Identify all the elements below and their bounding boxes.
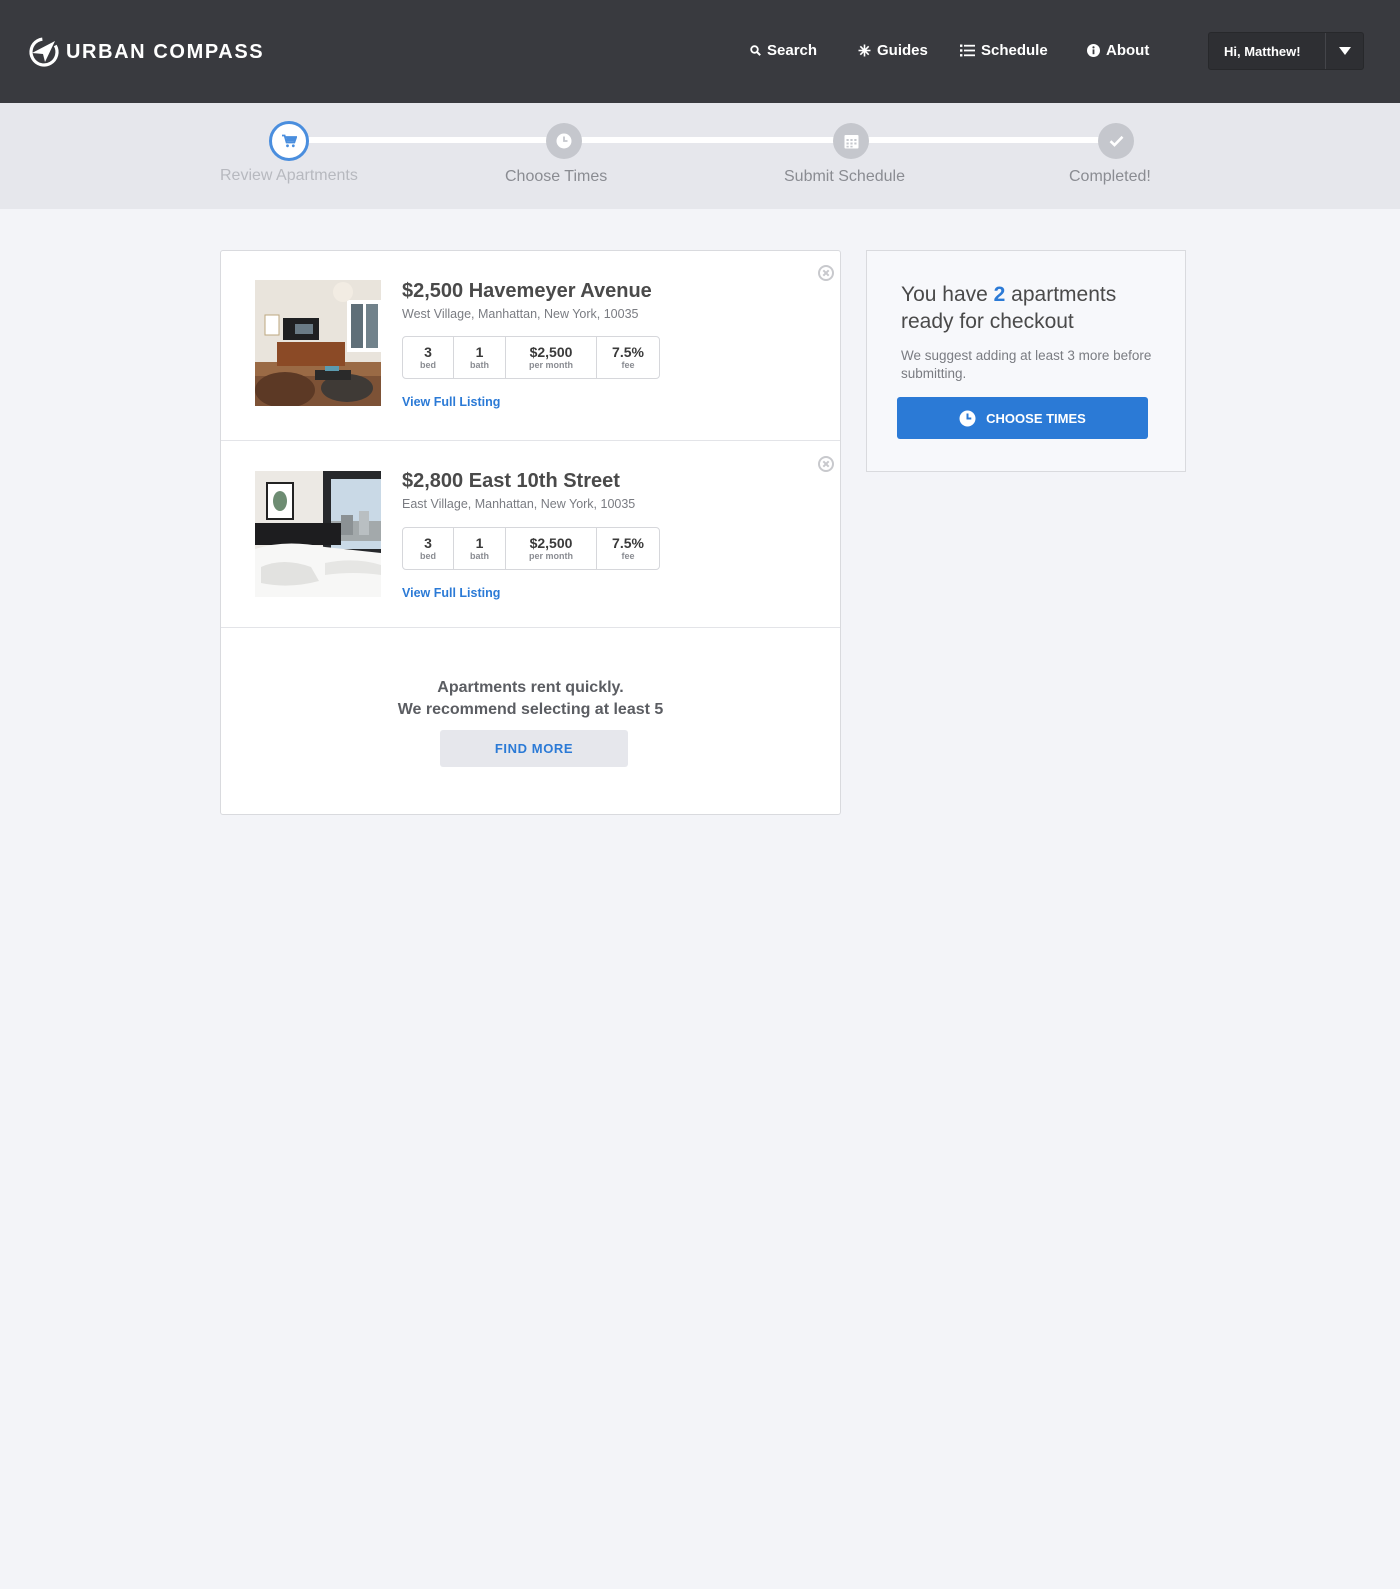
- list-icon: [960, 44, 975, 57]
- listing-title: $2,500 Havemeyer Avenue: [402, 280, 652, 302]
- stat-beds: 3 bed: [403, 528, 454, 569]
- stat-value: 7.5%: [612, 343, 644, 360]
- user-menu-toggle[interactable]: [1325, 33, 1363, 69]
- stat-baths: 1 bath: [454, 528, 506, 569]
- listing-item: $2,500 Havemeyer Avenue West Village, Ma…: [221, 251, 840, 441]
- stat-value: 7.5%: [612, 534, 644, 551]
- listing-photo[interactable]: [255, 280, 381, 406]
- stat-baths: 1 bath: [454, 337, 506, 378]
- listing-address: East Village, Manhattan, New York, 10035: [402, 497, 636, 511]
- stat-value: $2,500: [529, 534, 573, 551]
- bedroom-photo: [255, 471, 381, 597]
- choose-times-button[interactable]: CHOOSE TIMES: [897, 397, 1148, 439]
- step-completed[interactable]: [1098, 123, 1134, 159]
- stat-unit: per month: [529, 550, 573, 561]
- listing-stats: 3 bed 1 bath $2,500 per month 7.5% fee: [402, 336, 660, 379]
- listing-stats: 3 bed 1 bath $2,500 per month 7.5% fee: [402, 527, 660, 570]
- stat-rent: $2,500 per month: [506, 337, 597, 378]
- main-nav: Search Guides Schedule About: [0, 42, 1400, 64]
- nav-schedule[interactable]: Schedule: [960, 42, 1048, 59]
- stat-value: 3: [424, 534, 432, 551]
- calendar-icon: [844, 134, 858, 148]
- stat-unit: per month: [529, 359, 573, 370]
- recommendation-text: Apartments rent quickly. We recommend se…: [221, 677, 840, 721]
- nav-about-label: About: [1106, 42, 1150, 59]
- nav-about[interactable]: About: [1087, 42, 1149, 59]
- step-choose-times[interactable]: [546, 123, 582, 159]
- stat-rent: $2,500 per month: [506, 528, 597, 569]
- recommendation-line-1: Apartments rent quickly.: [437, 679, 624, 696]
- stat-unit: bed: [419, 550, 436, 561]
- stat-unit: fee: [621, 550, 635, 561]
- nav-search[interactable]: Search: [750, 42, 817, 59]
- checkout-progress: Review Apartments Choose Times Submit Sc…: [0, 103, 1400, 209]
- stat-unit: bath: [470, 550, 489, 561]
- choose-times-label: CHOOSE TIMES: [986, 410, 1086, 426]
- stat-beds: 3 bed: [403, 337, 454, 378]
- info-icon: [1087, 44, 1100, 57]
- stat-fee: 7.5% fee: [597, 528, 659, 569]
- view-full-listing-link[interactable]: View Full Listing: [402, 586, 500, 600]
- clock-icon: [556, 133, 572, 149]
- apartment-count: 2: [993, 283, 1006, 306]
- checkout-title: You have 2 apartments ready for checkout: [901, 281, 1171, 335]
- search-icon: [750, 45, 761, 56]
- step-label-review: Review Apartments: [220, 167, 358, 184]
- stat-unit: fee: [621, 359, 635, 370]
- listing-photo[interactable]: [255, 471, 381, 597]
- listing-item: $2,800 East 10th Street East Village, Ma…: [221, 441, 840, 628]
- stat-value: 1: [475, 343, 484, 360]
- stat-unit: bath: [470, 359, 489, 370]
- clock-icon: [959, 410, 976, 427]
- nav-schedule-label: Schedule: [981, 42, 1048, 59]
- user-greeting: Hi, Matthew!: [1224, 43, 1301, 59]
- nav-guides[interactable]: Guides: [858, 42, 928, 59]
- step-label-completed: Completed!: [1069, 168, 1151, 185]
- stat-unit: bed: [419, 359, 436, 370]
- recommendation-line-2: We recommend selecting at least 5: [397, 701, 664, 718]
- step-submit-schedule[interactable]: [833, 123, 869, 159]
- progress-track: [290, 137, 1115, 143]
- check-icon: [1109, 135, 1123, 147]
- remove-listing-icon[interactable]: [818, 456, 834, 472]
- checkout-summary: You have 2 apartments ready for checkout…: [866, 250, 1186, 472]
- checkout-subtitle: We suggest adding at least 3 more before…: [901, 348, 1152, 381]
- step-review-apartments[interactable]: [269, 121, 309, 161]
- listing-address: West Village, Manhattan, New York, 10035: [402, 307, 639, 321]
- top-header: URBAN COMPASS Search Guides Schedule Abo…: [0, 0, 1400, 103]
- stat-value: 1: [475, 534, 484, 551]
- cart-icon: [281, 134, 297, 148]
- listing-title: $2,800 East 10th Street: [402, 470, 620, 492]
- user-menu[interactable]: Hi, Matthew!: [1208, 32, 1364, 70]
- remove-listing-icon[interactable]: [818, 265, 834, 281]
- stat-value: $2,500: [529, 343, 573, 360]
- step-label-choose-times: Choose Times: [505, 168, 608, 185]
- view-full-listing-link[interactable]: View Full Listing: [402, 395, 500, 409]
- sparkle-icon: [858, 44, 871, 57]
- stat-value: 3: [424, 343, 432, 360]
- selected-apartments-list: $2,500 Havemeyer Avenue West Village, Ma…: [220, 250, 841, 815]
- living-room-photo: [255, 280, 381, 406]
- caret-down-icon: [1338, 47, 1351, 55]
- recommendation-section: Apartments rent quickly. We recommend se…: [221, 629, 840, 815]
- find-more-button[interactable]: FIND MORE: [440, 730, 628, 767]
- checkout-title-pre: You have: [901, 283, 994, 306]
- step-label-submit: Submit Schedule: [784, 168, 905, 185]
- nav-search-label: Search: [767, 42, 818, 59]
- nav-guides-label: Guides: [877, 42, 928, 59]
- stat-fee: 7.5% fee: [597, 337, 659, 378]
